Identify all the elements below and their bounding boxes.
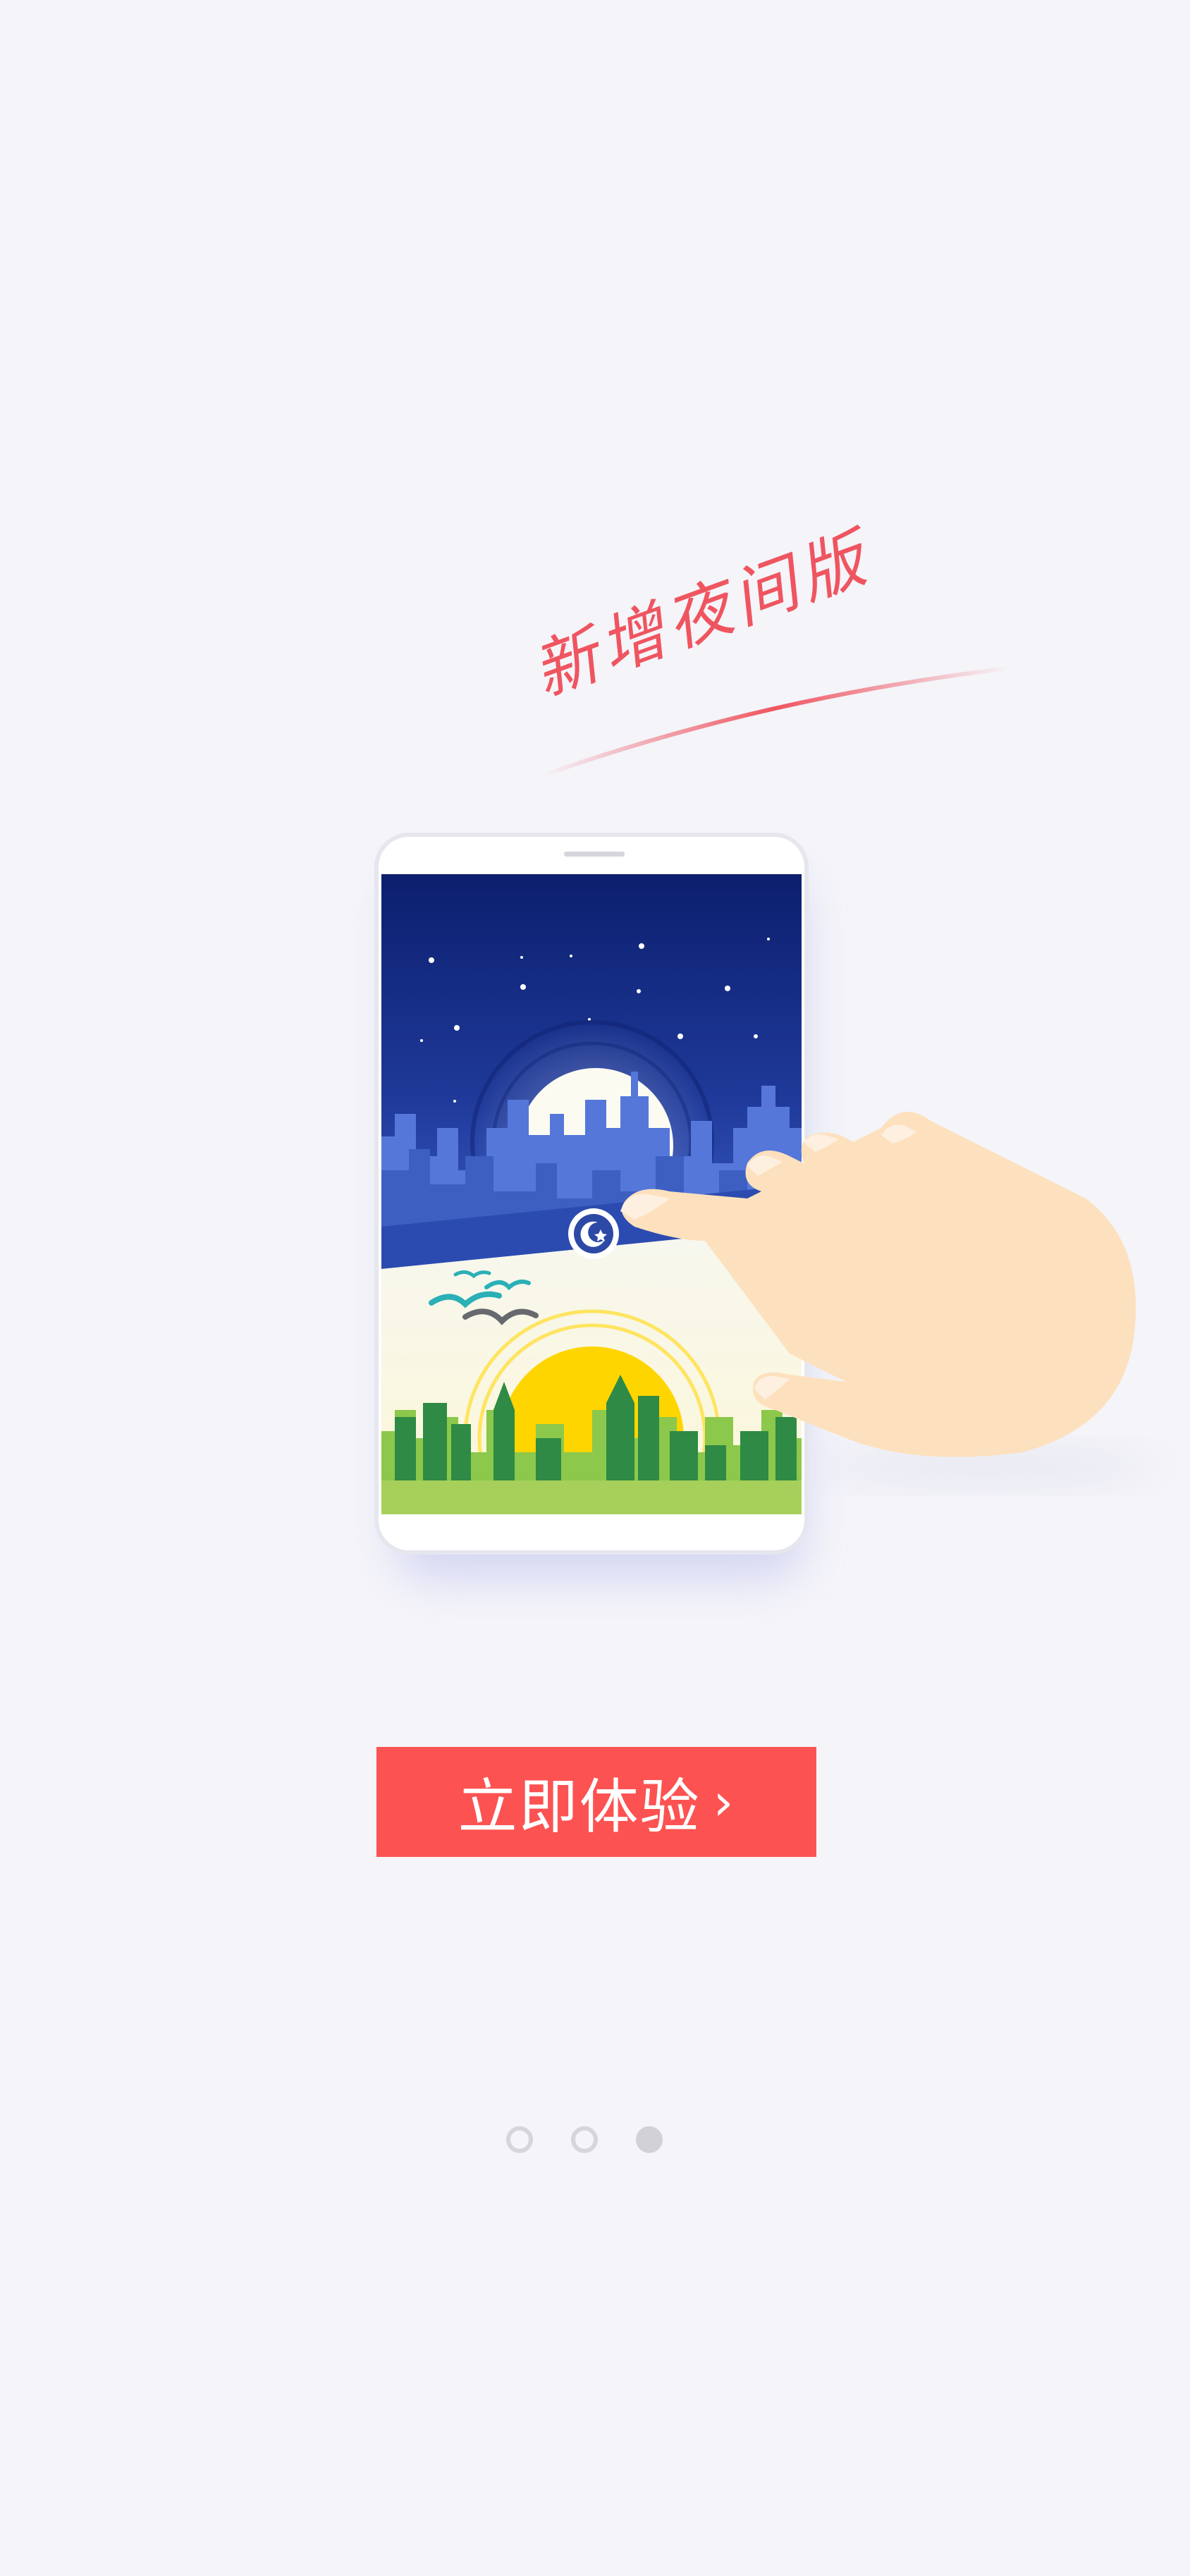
night-mode-illustration [374, 666, 1156, 1579]
try-now-button[interactable]: 立即体验 › [376, 1747, 816, 1857]
try-now-label: 立即体验 [458, 1772, 701, 1841]
page-dot-2[interactable] [571, 2126, 598, 2153]
page-dot-1[interactable] [506, 2126, 533, 2153]
chevron-right-icon: › [713, 1772, 735, 1832]
page-dot-3[interactable] [636, 2126, 663, 2153]
page-indicator [506, 2126, 663, 2153]
